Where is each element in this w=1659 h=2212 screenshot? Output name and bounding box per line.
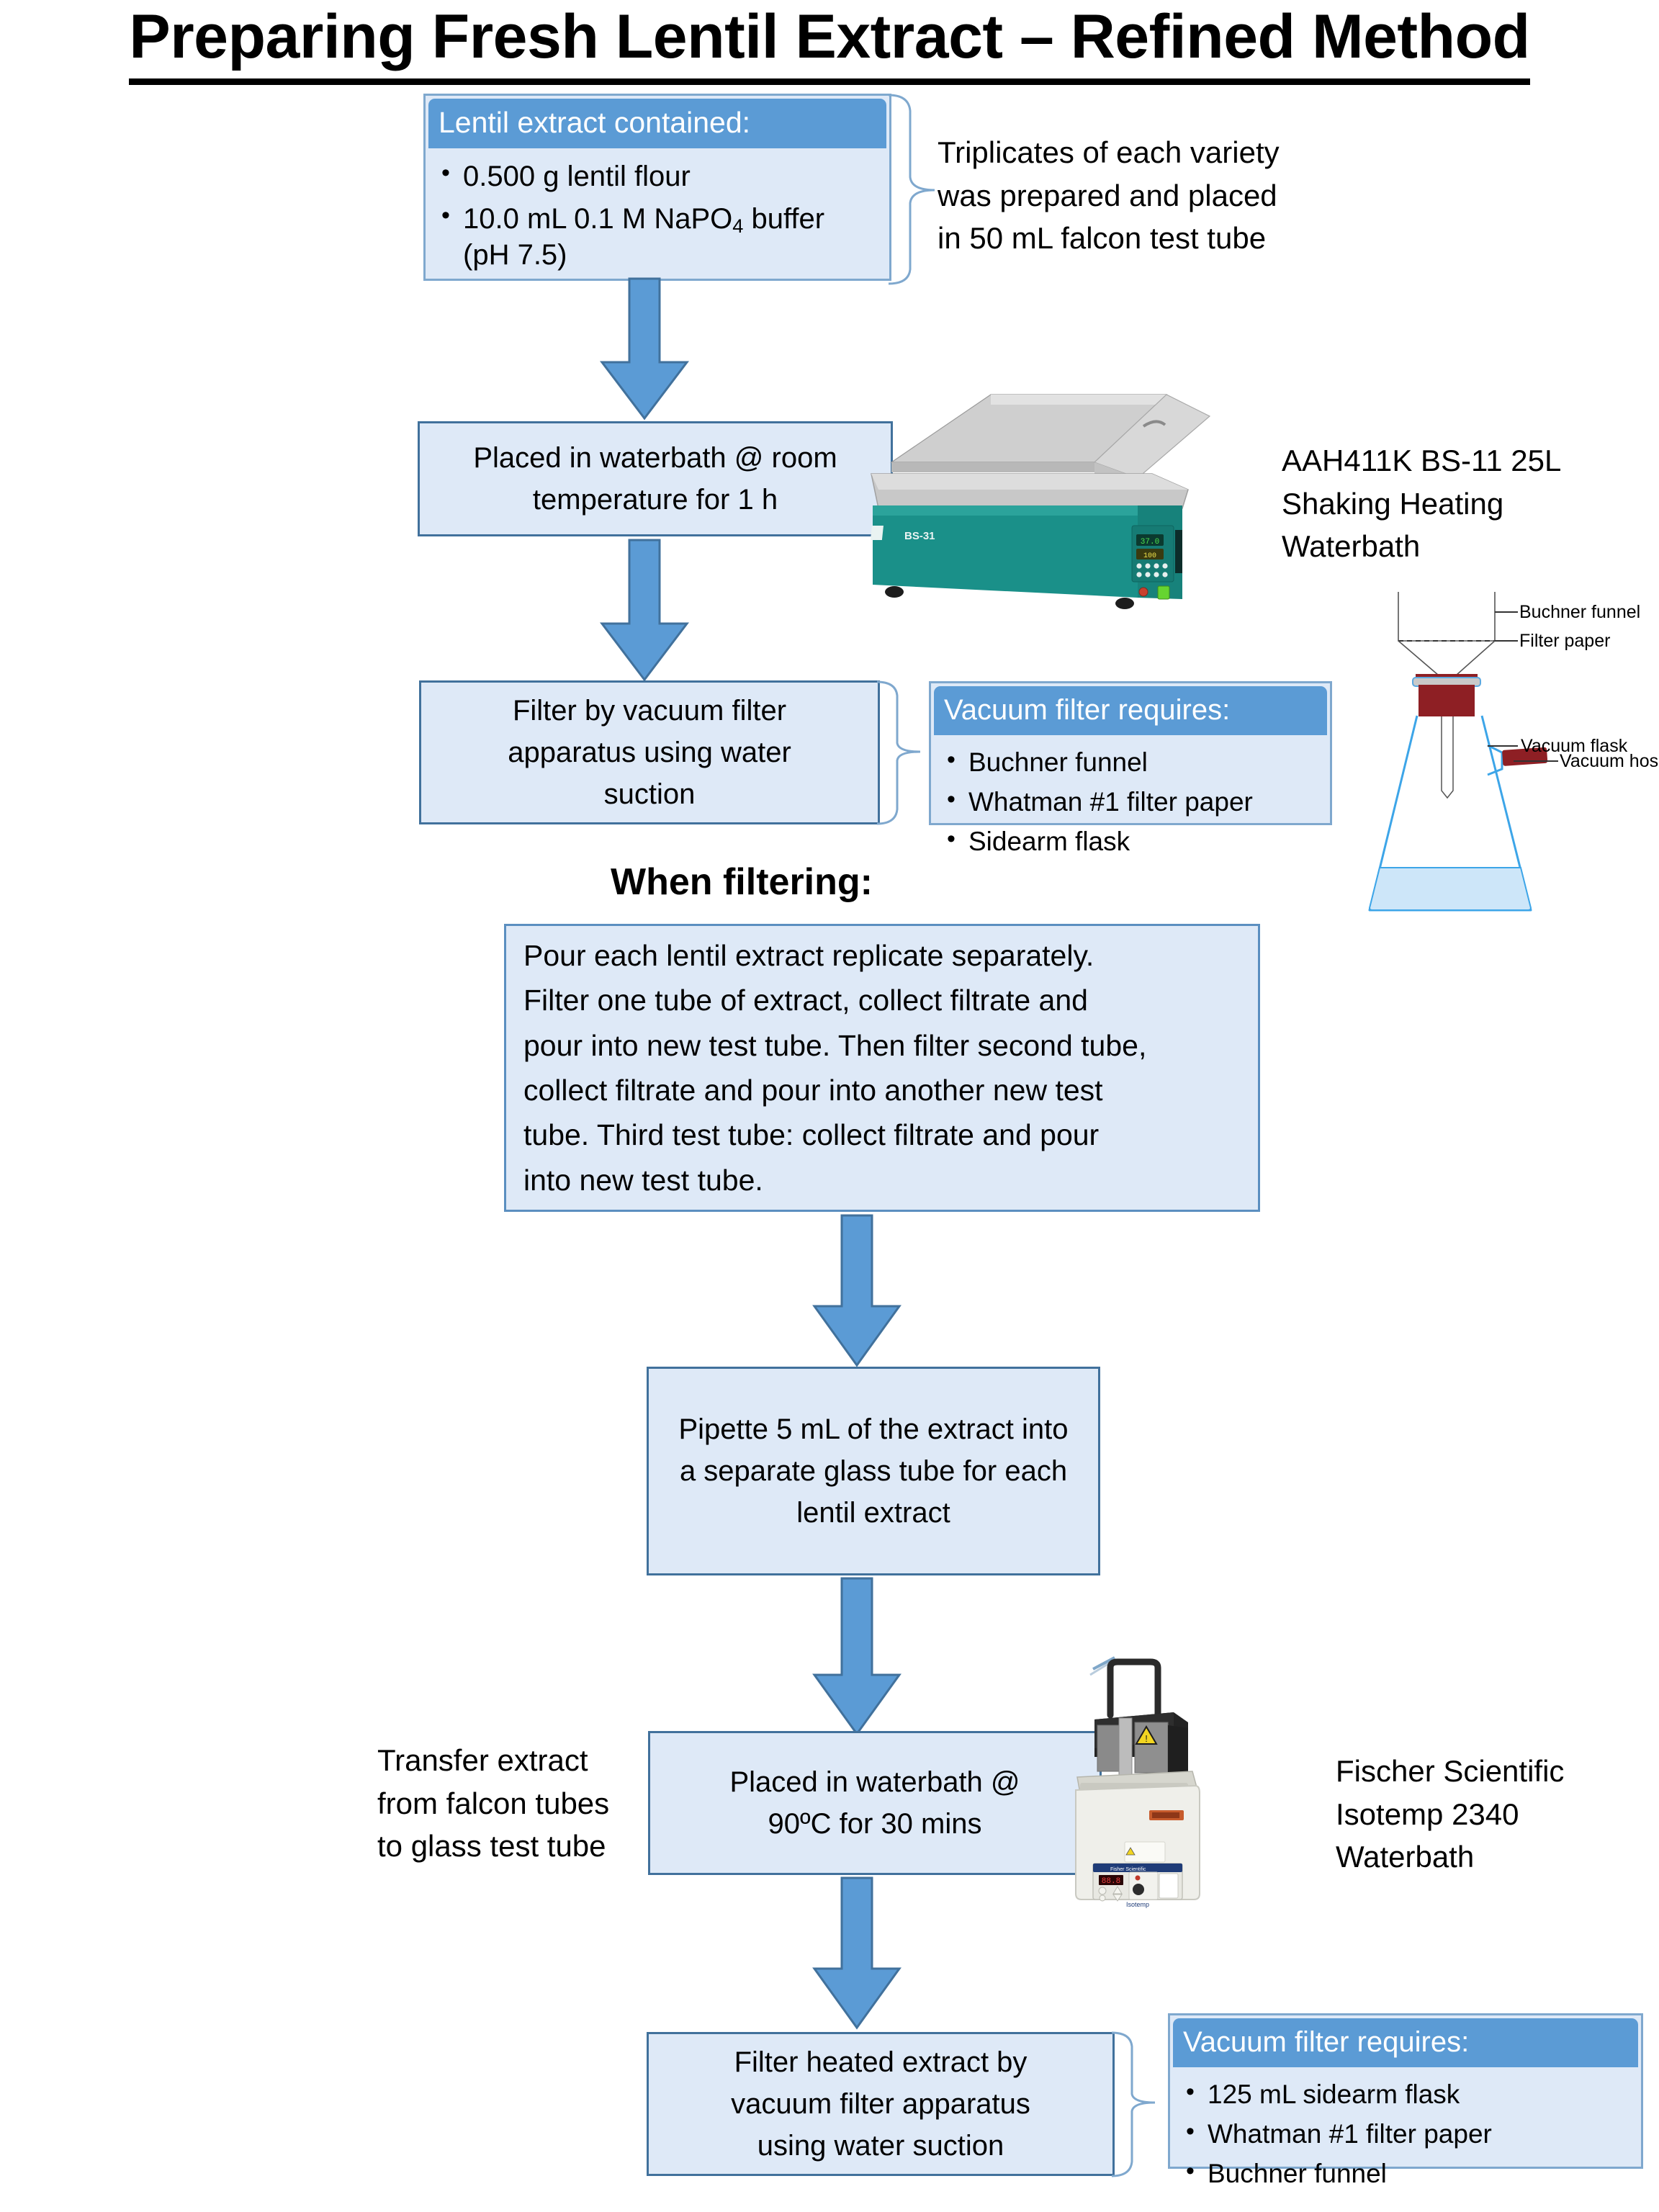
svg-text:100: 100 [1143,552,1156,560]
step-pipette-extract: Pipette 5 mL of the extract into a separ… [647,1367,1100,1575]
note-line: to glass test tube [377,1829,606,1863]
label-line: AAH411K BS-11 25L [1282,444,1562,477]
image-isotemp-2340-waterbath: ! Fisher Scientific 88.8 Isotemp [1075,1656,1200,1908]
label-line: Fischer Scientific [1336,1754,1565,1788]
svg-text:Buchner funnel: Buchner funnel [1519,602,1640,622]
step-pour-filtrate-detail: Pour each lentil extract replicate separ… [504,924,1260,1212]
vacuum-requirements-list-2: 125 mL sidearm flask Whatman #1 filter p… [1170,2067,1641,2198]
list-item: 0.500 g lentil flour [441,156,882,198]
svg-text:Isotemp: Isotemp [1126,1901,1149,1908]
label-line: Waterbath [1282,529,1421,564]
svg-text:Vacuum hose: Vacuum hose [1560,751,1659,771]
note-line: Transfer extract [377,1743,588,1777]
label-shaking-heating-waterbath: AAH411K BS-11 25L Shaking Heating Waterb… [1282,439,1606,568]
step-line: Filter by vacuum filter [512,695,787,727]
callout-header-vacuum-1: Vacuum filter requires: [934,686,1327,735]
note-transfer-extract: Transfer extract from falcon tubes to gl… [377,1739,680,1868]
image-shaking-heating-waterbath: 37.0 100 BS-31 [870,394,1211,609]
vacuum-requirements-list-1: Buchner funnel Whatman #1 filter paper S… [931,735,1330,866]
down-arrow-2 [599,539,690,682]
list-item: Buchner funnel [947,742,1323,782]
svg-text:!: ! [1145,1733,1148,1744]
step-line: Placed in waterbath @ room [473,442,837,474]
step-line: apparatus using water [508,737,791,768]
note-line: Triplicates of each variety [938,135,1280,169]
brace-connector-vacuum-2 [1111,2031,1156,2177]
svg-text:Fisher Scientific: Fisher Scientific [1110,1867,1146,1872]
step-line: Filter heated extract by [734,2046,1028,2078]
page-title-text: Preparing Fresh Lentil Extract – Refined… [129,2,1530,85]
svg-text:BS-31: BS-31 [904,530,935,542]
callout-lentil-extract-contained: Lentil extract contained: 0.500 g lentil… [423,94,891,281]
list-item: 125 mL sidearm flask [1186,2074,1634,2114]
subscript-4: 4 [732,214,744,237]
label-line: Isotemp 2340 [1336,1797,1519,1831]
note-line: was prepared and placed [938,178,1277,212]
svg-text:37.0: 37.0 [1141,538,1159,547]
paragraph-line: Filter one tube of extract, collect filt… [523,984,1088,1017]
section-heading-when-filtering: When filtering: [611,861,873,903]
list-item: Whatman #1 filter paper [947,782,1323,822]
step-line: lentil extract [796,1497,950,1529]
step-line: using water suction [757,2130,1004,2162]
svg-text:Filter paper: Filter paper [1519,631,1610,651]
svg-text:88.8: 88.8 [1102,1877,1120,1886]
paragraph-line: Pour each lentil extract replicate separ… [523,939,1094,973]
step-filter-heated-extract: Filter heated extract by vacuum filter a… [647,2032,1115,2176]
down-arrow-3 [812,1214,902,1367]
step-line: vacuum filter apparatus [731,2088,1030,2120]
step-line: Pipette 5 mL of the extract into [678,1413,1069,1445]
paragraph-line: tube. Third test tube: collect filtrate … [523,1118,1100,1152]
label-line: Waterbath [1336,1840,1475,1874]
down-arrow-4 [812,1577,902,1736]
page-title: Preparing Fresh Lentil Extract – Refined… [0,2,1659,85]
step-line: temperature for 1 h [532,484,778,516]
list-item: Whatman #1 filter paper [1186,2114,1634,2154]
ingredient-list: 0.500 g lentil flour 10.0 mL 0.1 M NaPO4… [426,148,889,281]
note-line: in 50 mL falcon test tube [938,221,1267,256]
step-line: 90ºC for 30 mins [768,1808,982,1840]
brace-connector-vacuum-1 [876,680,921,825]
diagram-vacuum-filtration-apparatus: Buchner funnel Filter paper Vacuum flask… [1368,592,1659,912]
list-item: Sidearm flask [947,822,1323,861]
step-waterbath-room-temperature: Placed in waterbath @ room temperature f… [418,421,893,536]
note-triplicates: Triplicates of each variety was prepared… [938,131,1312,260]
flowchart-page: Preparing Fresh Lentil Extract – Refined… [0,0,1659,2212]
callout-header-vacuum-2: Vacuum filter requires: [1173,2018,1638,2067]
label-line: Shaking Heating [1282,486,1504,521]
callout-header-ingredients: Lentil extract contained: [428,99,886,148]
down-arrow-5 [812,1876,902,2030]
step-waterbath-90c: Placed in waterbath @ 90ºC for 30 mins [648,1731,1102,1875]
callout-vacuum-filter-requires-2: Vacuum filter requires: 125 mL sidearm f… [1168,2013,1643,2188]
callout-vacuum-filter-requires-1: Vacuum filter requires: Buchner funnel W… [929,681,1332,856]
paragraph-line: into new test tube. [523,1163,763,1197]
step-line: suction [603,778,696,810]
paragraph-line: collect filtrate and pour into another n… [523,1074,1103,1107]
note-line: from falcon tubes [377,1786,610,1820]
label-isotemp-2340-waterbath: Fischer Scientific Isotemp 2340 Waterbat… [1336,1750,1653,1879]
step-line: Placed in waterbath @ [729,1766,1020,1798]
brace-connector-ingredients [888,94,935,285]
step-filter-by-vacuum: Filter by vacuum filter apparatus using … [419,680,880,824]
step-line: a separate glass tube for each [679,1455,1068,1487]
list-item: Buchner funnel [1186,2154,1634,2193]
paragraph-line: pour into new test tube. Then filter sec… [523,1028,1147,1062]
list-item: 10.0 mL 0.1 M NaPO4 buffer (pH 7.5) [441,198,882,276]
down-arrow-1 [599,277,690,421]
